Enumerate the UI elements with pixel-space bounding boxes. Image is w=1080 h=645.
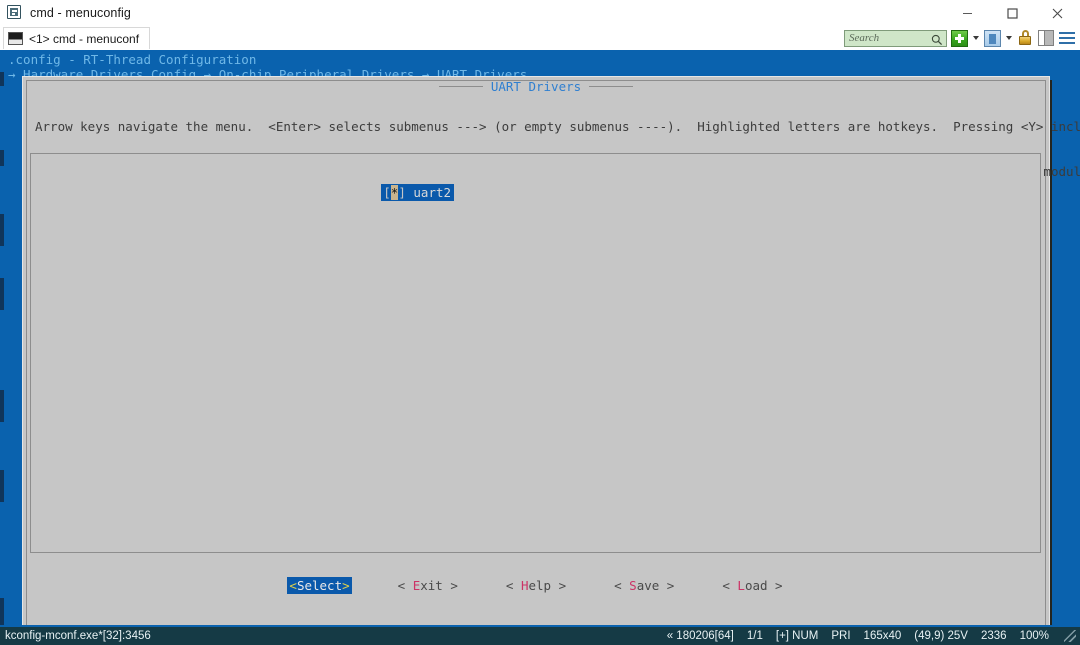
load-prefix: < [722, 578, 738, 593]
help-suffix: > [551, 578, 567, 593]
tab-cmd-menuconf[interactable]: <1> cmd - menuconf [3, 27, 151, 49]
search-placeholder: Search [849, 32, 880, 44]
new-tab-dropdown[interactable] [971, 29, 980, 47]
lock-icon [1018, 30, 1032, 46]
status-priority: PRI [831, 630, 851, 642]
load-suffix: > [767, 578, 783, 593]
search-input[interactable]: Search [844, 29, 947, 47]
dialog-buttons: <Select> < Exit > < Help > < Save > < Lo… [23, 577, 1049, 594]
menuconfig-dialog: UART Drivers Arrow keys navigate the men… [22, 76, 1080, 625]
close-icon[interactable] [1035, 0, 1080, 26]
console-area: .config - RT-Thread Configuration → Hard… [0, 50, 1080, 625]
exit-prefix: < [397, 578, 413, 593]
tab-label: <1> cmd - menuconf [29, 31, 140, 46]
new-tab-button[interactable] [950, 29, 968, 47]
menu-entry-label: uart2 [413, 185, 452, 200]
menu-entry-uart2[interactable]: [*] uart2 [381, 184, 455, 201]
help-rest: elp [528, 578, 552, 593]
save-suffix: > [659, 578, 675, 593]
plus-icon [950, 29, 968, 47]
status-zoom-level: 100% [1019, 630, 1049, 642]
status-right: « 180206[64] 1/1 [+] NUM PRI 165x40 (49,… [667, 630, 1076, 642]
split-view-icon [1038, 30, 1054, 46]
load-button[interactable]: < Load > [720, 577, 784, 594]
status-cursor-position: (49,9) 25V [914, 630, 968, 642]
load-rest: oad [744, 578, 768, 593]
panel-icon [983, 29, 1001, 47]
hamburger-menu-icon [1059, 31, 1075, 45]
exit-suffix: > [442, 578, 458, 593]
left-edge-strip [0, 50, 4, 625]
status-process: kconfig-mconf.exe*[32]:3456 [5, 630, 151, 642]
select-label: Select [296, 578, 343, 593]
select-bracket-close: > [342, 578, 350, 593]
status-session-count: 1/1 [746, 630, 763, 642]
window-title: cmd - menuconfig [30, 6, 131, 20]
resize-grip-icon[interactable] [1064, 630, 1076, 642]
exit-button[interactable]: < Exit > [396, 577, 460, 594]
config-title-line: .config - RT-Thread Configuration [8, 52, 257, 67]
help-button[interactable]: < Help > [504, 577, 568, 594]
save-prefix: < [614, 578, 630, 593]
minimize-icon[interactable] [945, 0, 990, 26]
window-controls [945, 0, 1080, 26]
status-bar: kconfig-mconf.exe*[32]:3456 « 180206[64]… [0, 625, 1080, 645]
bracket-open: [ [383, 185, 391, 200]
list-item[interactable]: [*] uart2 [306, 169, 455, 216]
chevron-down-icon [1005, 36, 1012, 40]
save-hotkey: S [629, 578, 637, 593]
status-scrollback: 2336 [980, 630, 1007, 642]
save-button[interactable]: < Save > [612, 577, 676, 594]
help-prefix: < [505, 578, 521, 593]
menu-button[interactable] [1058, 29, 1076, 47]
load-hotkey: L [737, 578, 745, 593]
split-view-button[interactable] [1037, 29, 1055, 47]
select-bracket-open: < [289, 578, 297, 593]
search-icon [931, 33, 943, 51]
console-tab-icon [8, 32, 23, 45]
help-line-1: Arrow keys navigate the menu. <Enter> se… [35, 119, 1080, 134]
status-build: « 180206[64] [666, 630, 734, 642]
exit-rest: xit [420, 578, 443, 593]
status-num-lock: [+] NUM [775, 630, 819, 642]
menu-list[interactable]: [*] uart2 [30, 153, 1041, 553]
lock-button[interactable] [1016, 29, 1034, 47]
console-app-icon [7, 5, 23, 21]
info-panel-button[interactable] [983, 29, 1001, 47]
chevron-down-icon [972, 36, 979, 40]
info-panel-dropdown[interactable] [1004, 29, 1013, 47]
status-dimensions: 165x40 [863, 630, 902, 642]
menuconfig-window: cmd - menuconfig <1> cmd - menuconf Sear… [0, 0, 1080, 645]
toolbar: Search [844, 28, 1076, 48]
title-bar: cmd - menuconfig [0, 0, 1080, 27]
save-rest: ave [636, 578, 660, 593]
select-button[interactable]: <Select> [287, 577, 352, 594]
maximize-icon[interactable] [990, 0, 1035, 26]
bracket-close: ] [398, 185, 406, 200]
